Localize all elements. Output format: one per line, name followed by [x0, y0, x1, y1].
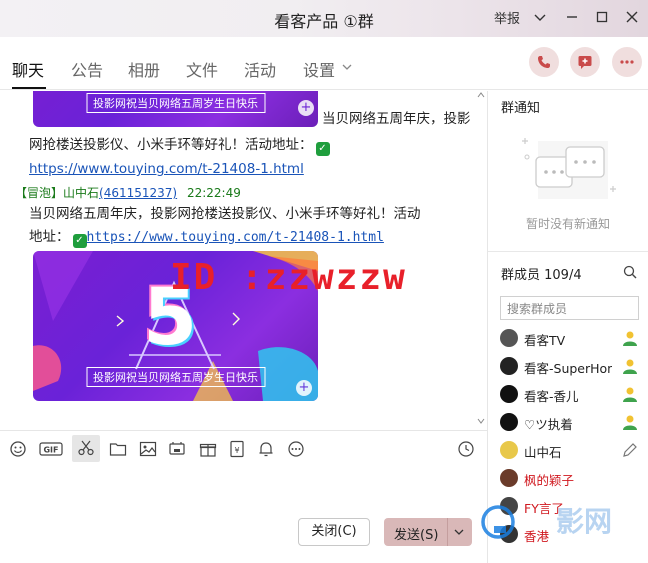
tab-settings[interactable]: 设置 [303, 57, 335, 81]
link[interactable]: https://www.touying.com/t-21408-1.html [29, 161, 304, 177]
admin-icon [623, 359, 637, 374]
sender-tag: 【冒泡】 [15, 186, 64, 200]
message-time: 22:22:49 [186, 186, 241, 200]
chat-scrollbar[interactable] [477, 91, 485, 430]
title-bar: 看客产品 ①群 举报 [0, 0, 648, 37]
tab-files[interactable]: 文件 [186, 57, 218, 81]
minimize-icon[interactable] [564, 9, 580, 25]
message-text: 地址： ✓ https://www.touying.com/t-21408-1.ht… [29, 225, 384, 250]
chevron-down-icon[interactable] [454, 527, 464, 537]
add-message-button[interactable] [570, 47, 600, 77]
sender-name[interactable]: 山中石 [63, 186, 99, 200]
send-divider [447, 518, 448, 546]
message-text: 当贝网络五周年庆，投影网抢楼送投影仪、小米手环等好礼！活动 [29, 206, 421, 222]
gift-icon[interactable] [199, 440, 217, 458]
avatar [500, 469, 518, 487]
logo-text: 影网 [556, 505, 613, 538]
chevron-down-icon[interactable] [532, 9, 548, 25]
report-button[interactable]: 举报 [494, 8, 520, 27]
sender-qq[interactable]: (461151237) [99, 186, 177, 200]
tab-notice[interactable]: 公告 [71, 57, 103, 81]
verified-icon: ✓ [72, 234, 87, 248]
member-item[interactable]: 看客-SuperHon [488, 352, 648, 380]
call-button[interactable] [529, 47, 559, 77]
member-item[interactable]: 枫的颖子 [488, 464, 648, 492]
zoom-icon[interactable]: + [296, 380, 312, 396]
screenshot-button[interactable] [72, 435, 100, 462]
more-icon[interactable] [287, 440, 305, 458]
search-icon[interactable] [623, 265, 637, 279]
link[interactable]: https://www.touying.com/t-21408-1.html [87, 230, 384, 245]
send-label: 发送(S) [394, 528, 439, 543]
verified-icon: ✓ [315, 142, 330, 156]
emoji-icon[interactable] [9, 440, 27, 458]
avatar [500, 441, 518, 459]
scissors-icon [78, 440, 94, 456]
active-tab-indicator [12, 87, 46, 89]
members-title: 群成员 109/4 [501, 268, 582, 283]
chat-history[interactable]: 投影网祝当贝网络五周岁生日快乐 + 当贝网络五周年庆，投影 网抢楼送投影仪、小米… [0, 91, 487, 430]
more-icon [620, 60, 634, 64]
send-button[interactable]: 发送(S) [384, 518, 472, 546]
admin-icon [623, 387, 637, 402]
clock-icon[interactable] [457, 440, 475, 458]
member-item[interactable]: ♡ツ执着 [488, 408, 648, 436]
member-name: 山中石 [524, 445, 562, 460]
message-text-line: 网抢楼送投影仪、小米手环等好礼！活动地址： [29, 137, 313, 153]
empty-notice-illustration [522, 138, 616, 199]
tab-chat[interactable]: 聊天 [12, 57, 44, 81]
member-name: 看客-香儿 [524, 389, 579, 404]
message-input[interactable] [0, 466, 487, 563]
right-panel: 群通知 暂时没有新通知 群成员 109/4 搜索群成员 看客TV 看客-Supe… [487, 91, 648, 563]
promo-image[interactable]: 投影网祝当贝网络五周岁生日快乐 + [33, 91, 318, 127]
member-item[interactable]: 看客-香儿 [488, 380, 648, 408]
member-name: 看客-SuperHon [524, 361, 612, 376]
image-icon[interactable] [139, 440, 157, 458]
more-button[interactable] [612, 47, 642, 77]
gif-icon[interactable]: GIF [39, 440, 63, 458]
member-name: 看客TV [524, 333, 566, 348]
tab-activity[interactable]: 活动 [244, 57, 276, 81]
folder-icon[interactable] [109, 440, 127, 458]
group-notice-title: 群通知 [501, 101, 541, 116]
message-text: 当贝网络五周年庆，投影 [322, 111, 471, 127]
member-name: 枫的颖子 [524, 473, 575, 488]
maximize-icon[interactable] [594, 9, 610, 25]
avatar [500, 413, 518, 431]
message-add-icon [578, 56, 592, 69]
input-toolbar: GIF ¥ [0, 430, 487, 466]
bell-icon[interactable] [257, 440, 275, 458]
red-packet-icon[interactable]: ¥ [228, 440, 246, 458]
edit-icon[interactable] [621, 441, 639, 459]
tab-album[interactable]: 相册 [128, 57, 160, 81]
member-item[interactable]: 看客TV [488, 324, 648, 352]
message-text: 网抢楼送投影仪、小米手环等好礼！活动地址： ✓ [29, 133, 330, 157]
banner-caption: 投影网祝当贝网络五周岁生日快乐 [86, 93, 265, 113]
window-title: 看客产品 ①群 [274, 12, 374, 31]
admin-icon [623, 415, 637, 430]
svg-text:GIF: GIF [43, 446, 58, 455]
phone-icon [538, 56, 550, 68]
member-item[interactable]: 山中石 [488, 436, 648, 464]
message-sender-line: 【冒泡】山中石(461151237) 22:22:49 [15, 184, 241, 201]
close-icon[interactable] [624, 9, 640, 25]
watermark-text: ID :zzwzzw [170, 257, 407, 298]
message-link[interactable]: https://www.touying.com/t-21408-1.html [29, 157, 304, 181]
close-button[interactable]: 关闭(C) [298, 518, 370, 546]
chevron-down-icon[interactable] [341, 61, 353, 73]
screen-share-icon[interactable] [168, 440, 186, 458]
avatar [500, 357, 518, 375]
member-name: ♡ツ执着 [524, 417, 573, 432]
member-search-input[interactable]: 搜索群成员 [500, 296, 639, 320]
admin-icon [623, 331, 637, 346]
avatar [500, 385, 518, 403]
notice-empty-text: 暂时没有新通知 [525, 217, 610, 231]
svg-text:¥: ¥ [234, 446, 239, 455]
message-text-line: 地址： [29, 229, 70, 245]
avatar [500, 329, 518, 347]
divider [488, 251, 648, 252]
zoom-icon[interactable]: + [298, 100, 314, 116]
banner-caption: 投影网祝当贝网络五周岁生日快乐 [86, 367, 265, 387]
